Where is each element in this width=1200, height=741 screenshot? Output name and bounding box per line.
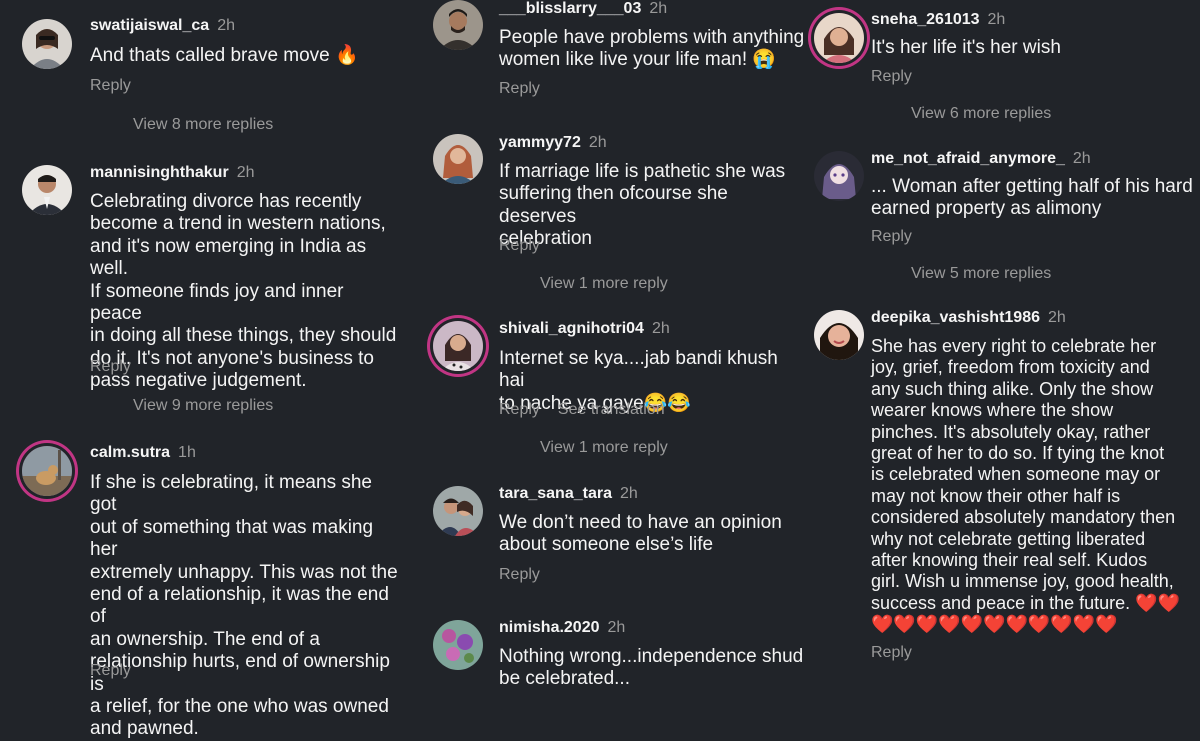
- comment-text: If she is celebrating, it means she got …: [90, 472, 398, 740]
- comment-text: If marriage life is pathetic she was suf…: [499, 161, 786, 250]
- timestamp: 2h: [217, 17, 235, 34]
- comment-text: She has every right to celebrate her joy…: [871, 336, 1180, 635]
- username[interactable]: shivali_agnihotri04: [499, 320, 644, 337]
- reply-actions: Reply See translation: [499, 401, 665, 419]
- man-portrait-avatar[interactable]: [433, 0, 483, 50]
- comment-header: yammyy72 2h: [499, 134, 607, 152]
- username[interactable]: yammyy72: [499, 134, 581, 151]
- reply-button[interactable]: Reply: [871, 228, 912, 246]
- reply-button[interactable]: Reply: [499, 237, 540, 255]
- comment-header: shivali_agnihotri04 2h: [499, 320, 670, 338]
- comment-header: swatijaiswal_ca 2h: [90, 17, 235, 35]
- woman-portrait-avatar[interactable]: [433, 134, 483, 184]
- woman-smile-avatar[interactable]: [814, 13, 864, 63]
- username[interactable]: tara_sana_tara: [499, 485, 612, 502]
- comment-text: People have problems with anything women…: [499, 27, 805, 71]
- timestamp: 2h: [588, 134, 607, 151]
- comment-header: mannisinghthakur 2h: [90, 164, 254, 182]
- view-more-replies[interactable]: View 8 more replies: [133, 116, 273, 134]
- username[interactable]: deepika_vashisht1986: [871, 309, 1040, 326]
- couple-avatar[interactable]: [433, 486, 483, 536]
- reply-button[interactable]: Reply: [90, 77, 131, 95]
- comment-header: deepika_vashisht1986 2h: [871, 309, 1066, 327]
- username[interactable]: swatijaiswal_ca: [90, 17, 209, 34]
- woman-closeup-avatar[interactable]: [814, 310, 864, 360]
- username[interactable]: ___blisslarry___03: [499, 0, 641, 17]
- woman-selfie-avatar[interactable]: [433, 321, 483, 371]
- timestamp: 2h: [651, 320, 670, 337]
- timestamp: 1h: [178, 444, 196, 461]
- reply-button[interactable]: Reply: [499, 80, 540, 98]
- timestamp: 2h: [607, 619, 626, 636]
- comment-header: me_not_afraid_anymore_ 2h: [871, 150, 1091, 168]
- comment-header: sneha_261013 2h: [871, 11, 1005, 29]
- timestamp: 2h: [987, 11, 1006, 28]
- timestamp: 2h: [236, 164, 255, 181]
- view-more-replies[interactable]: View 5 more replies: [911, 265, 1051, 283]
- reply-button[interactable]: Reply: [499, 401, 540, 418]
- reply-button[interactable]: Reply: [90, 662, 131, 680]
- timestamp: 2h: [649, 0, 668, 17]
- anime-girl-avatar[interactable]: [814, 151, 864, 201]
- username[interactable]: nimisha.2020: [499, 619, 600, 636]
- comment-text: And thats called brave move 🔥: [90, 45, 359, 66]
- comment-header: tara_sana_tara 2h: [499, 485, 638, 503]
- timestamp: 2h: [1048, 309, 1066, 326]
- comment-text: Nothing wrong...independence shud be cel…: [499, 646, 804, 690]
- comment-text: We don’t need to have an opinion about s…: [499, 512, 782, 556]
- dog-outdoor-avatar[interactable]: [22, 446, 72, 496]
- comment-header: nimisha.2020 2h: [499, 619, 625, 637]
- view-more-replies[interactable]: View 9 more replies: [133, 397, 273, 415]
- username[interactable]: calm.sutra: [90, 444, 170, 461]
- timestamp: 2h: [1072, 150, 1091, 167]
- view-more-replies[interactable]: View 1 more reply: [540, 439, 668, 457]
- comment-column-2: ___blisslarry___03 2h People have problem…: [405, 0, 805, 689]
- woman-sunglasses-avatar[interactable]: [22, 19, 72, 69]
- view-more-replies[interactable]: View 6 more replies: [911, 105, 1051, 123]
- see-translation-button[interactable]: See translation: [558, 401, 665, 418]
- comment-header: ___blisslarry___03 2h: [499, 0, 667, 18]
- comment-text: Celebrating divorce has recently become …: [90, 191, 397, 392]
- flowers-avatar[interactable]: [433, 620, 483, 670]
- timestamp: 2h: [619, 485, 638, 502]
- reply-button[interactable]: Reply: [90, 358, 131, 376]
- comment-header: calm.sutra 1h: [90, 444, 196, 462]
- comment-text: It's her life it's her wish: [871, 37, 1061, 58]
- username[interactable]: sneha_261013: [871, 11, 980, 28]
- comment-text: ... Woman after getting half of his hard…: [871, 176, 1193, 220]
- reply-button[interactable]: Reply: [871, 644, 912, 662]
- view-more-replies[interactable]: View 1 more reply: [540, 275, 668, 293]
- comment-column-3: sneha_261013 2h It's her life it's her wi…: [800, 0, 1200, 685]
- comment-column-1: swatijaiswal_ca 2h And thats called brave…: [0, 0, 400, 739]
- username[interactable]: mannisinghthakur: [90, 164, 229, 181]
- reply-button[interactable]: Reply: [499, 566, 540, 584]
- man-suit-avatar[interactable]: [22, 165, 72, 215]
- reply-button[interactable]: Reply: [871, 68, 912, 86]
- username[interactable]: me_not_afraid_anymore_: [871, 150, 1065, 167]
